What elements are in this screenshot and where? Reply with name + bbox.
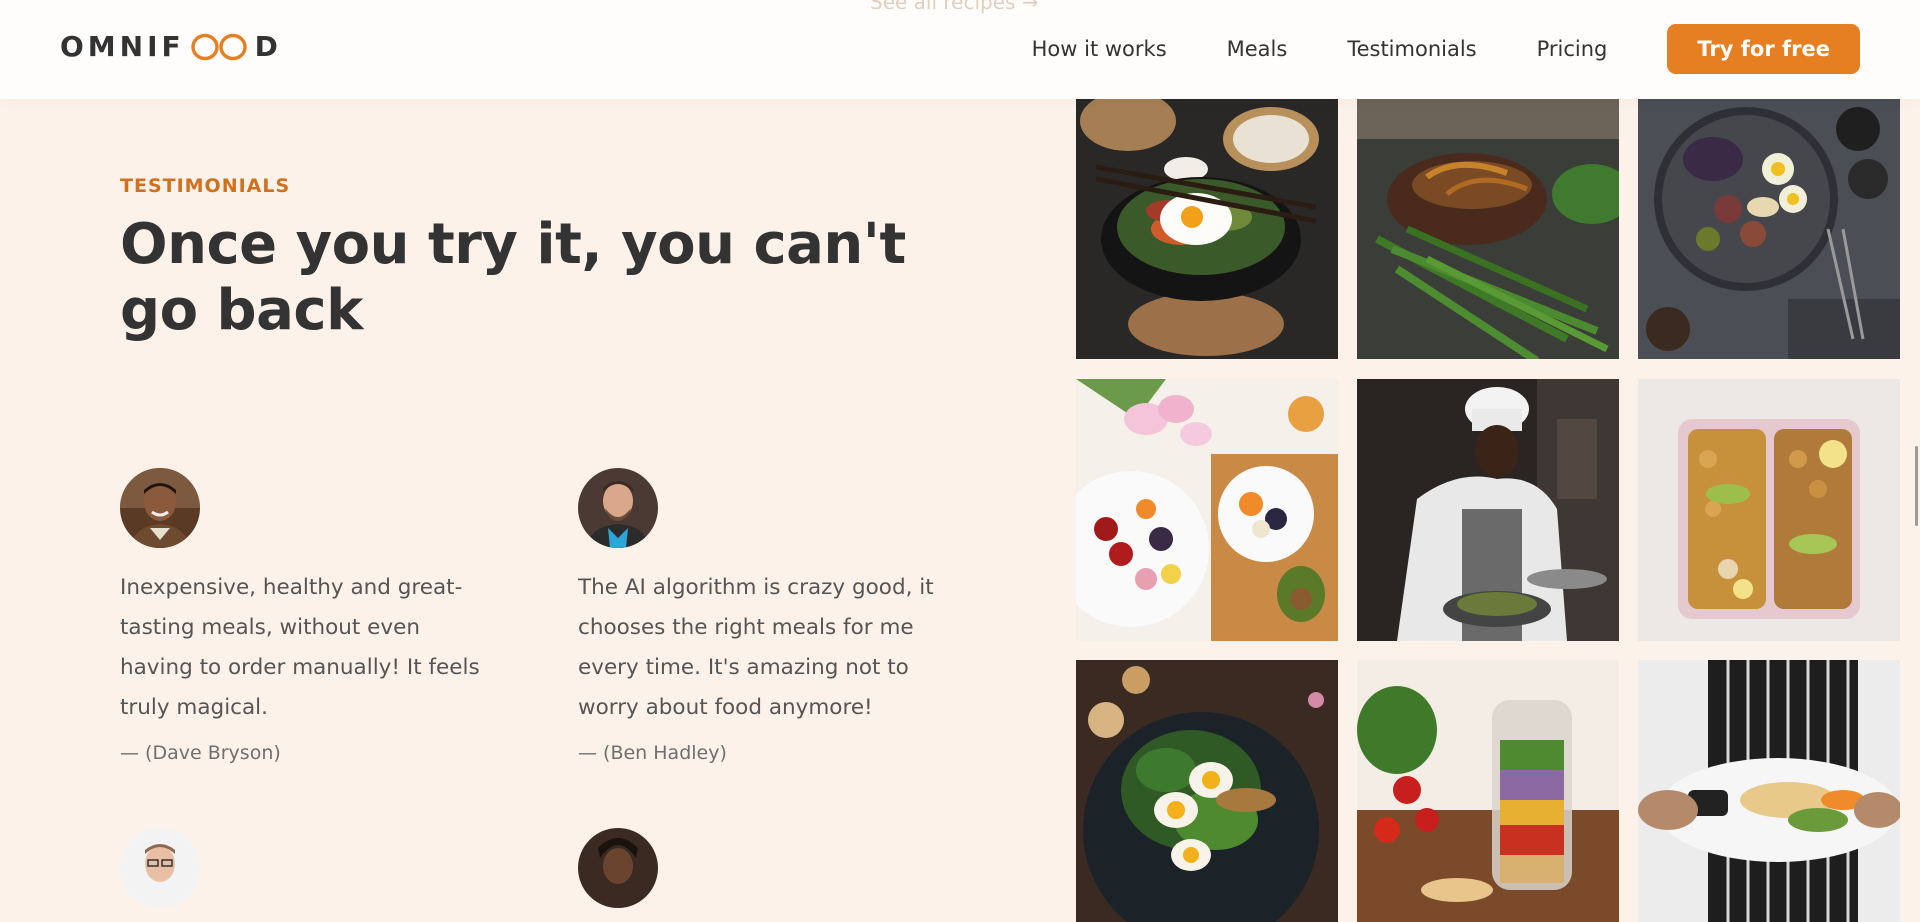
fruit-breakfast-image (1076, 379, 1338, 641)
testimonial-card: Inexpensive, healthy and great-tasting m… (120, 468, 490, 764)
meal-prep-boxes-image (1638, 379, 1900, 641)
logo-text-right: D (254, 30, 282, 63)
avatar (578, 468, 658, 548)
main-nav: How it works Meals Testimonials Pricing … (972, 24, 1860, 74)
infinity-logo-icon (189, 32, 251, 62)
egg-salad-image (1076, 660, 1338, 922)
testimonial-card: The AI algorithm is crazy good, it choos… (578, 468, 948, 764)
plated-fish-image (1638, 660, 1900, 922)
steak-green-beans-image (1357, 99, 1619, 359)
testimonial-text: The AI algorithm is crazy good, it choos… (578, 575, 934, 720)
section-subheading: TESTIMONIALS (120, 175, 291, 197)
meal-gallery (1076, 99, 1900, 922)
scrollbar-thumb[interactable] (1915, 446, 1918, 526)
avatar (120, 828, 200, 908)
avatar (120, 468, 200, 548)
section-heading: Once you try it, you can't go back (120, 212, 906, 344)
jar-salad-image (1357, 660, 1619, 922)
testimonial-author: — (Dave Bryson) (120, 742, 281, 764)
chef-cooking-image (1357, 379, 1619, 641)
nav-testimonials[interactable]: Testimonials (1347, 37, 1476, 61)
peek-link-text: See all recipes → (870, 0, 1039, 14)
nav-how-it-works[interactable]: How it works (1032, 37, 1167, 61)
avatar (578, 828, 658, 908)
nav-meals[interactable]: Meals (1227, 37, 1288, 61)
testimonial-author: — (Ben Hadley) (578, 742, 727, 764)
try-for-free-button[interactable]: Try for free (1667, 24, 1860, 74)
nav-pricing[interactable]: Pricing (1537, 37, 1608, 61)
logo-text-left: OMNIF (60, 30, 185, 63)
fig-platter-image (1638, 99, 1900, 359)
omnifood-logo[interactable]: OMNIF D (60, 30, 282, 63)
bibimbap-bowl-image (1076, 99, 1338, 359)
site-header: See all recipes → OMNIF D How it works M… (0, 0, 1920, 99)
testimonial-text: Inexpensive, healthy and great-tasting m… (120, 575, 480, 720)
